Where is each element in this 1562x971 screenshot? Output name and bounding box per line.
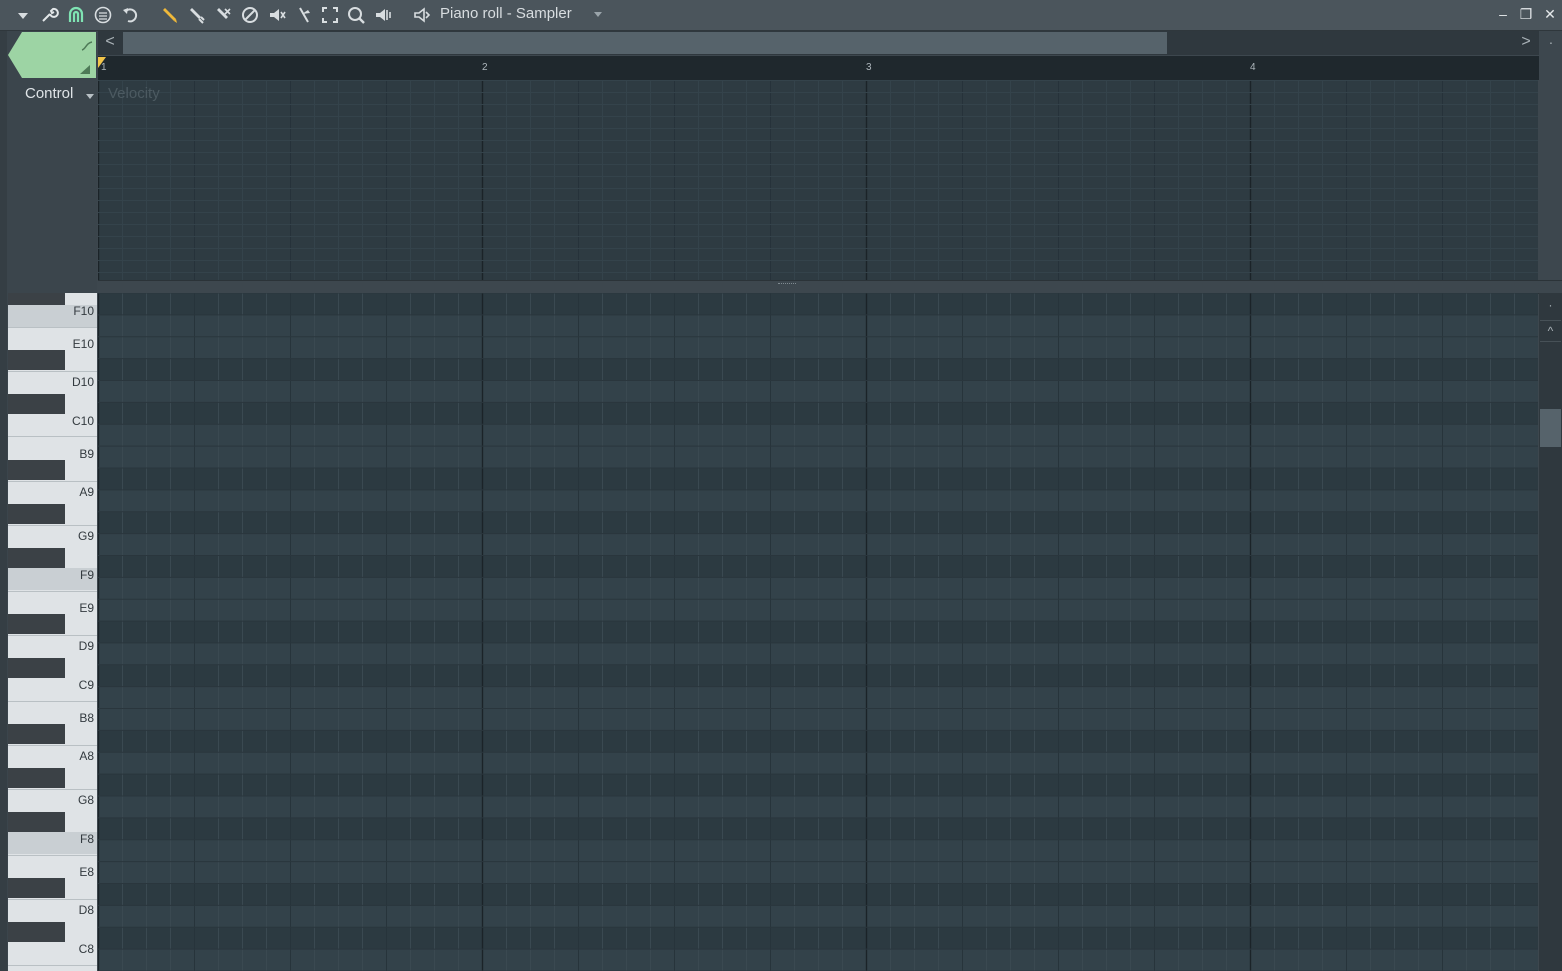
key-label: E9 <box>79 601 94 615</box>
panel-splitter[interactable] <box>98 280 1562 294</box>
vertical-scroll-thumb[interactable] <box>1540 409 1561 447</box>
black-key[interactable] <box>8 293 65 305</box>
right-edge-panel <box>1539 56 1562 280</box>
splitter-grip-icon[interactable] <box>778 283 796 288</box>
key-label: E8 <box>79 865 94 879</box>
erase-icon[interactable] <box>213 5 233 25</box>
control-dropdown-caret-icon[interactable] <box>86 94 94 99</box>
key-label: C8 <box>78 942 94 956</box>
undo-icon[interactable] <box>120 5 140 25</box>
black-key[interactable] <box>8 922 65 942</box>
pencil-icon[interactable] <box>159 5 179 25</box>
piano-keyboard[interactable]: F10 E10 D10 C10 B9 A9 G9 F9 E9 D9 C9 B8 … <box>8 293 97 971</box>
key-label: C9 <box>78 678 94 692</box>
black-key[interactable] <box>8 548 65 568</box>
magnet-icon[interactable] <box>66 5 86 25</box>
bar-number: 2 <box>482 62 488 73</box>
bar-number: 4 <box>1250 62 1256 73</box>
black-key[interactable] <box>8 812 65 832</box>
slice-icon[interactable] <box>294 5 314 25</box>
timeline-ruler[interactable] <box>98 56 1539 80</box>
vertical-scrollbar[interactable] <box>1539 293 1562 971</box>
close-button[interactable]: ✕ <box>1541 5 1559 23</box>
key-label: G9 <box>77 529 94 543</box>
restore-button[interactable]: ❐ <box>1517 5 1535 23</box>
event-type-label: Velocity <box>108 85 160 102</box>
key-label: A8 <box>79 749 94 763</box>
control-dropdown[interactable]: Control <box>25 85 73 102</box>
key-divider <box>8 436 97 437</box>
key-divider <box>8 327 97 328</box>
key-label: F10 <box>73 304 94 318</box>
scroll-right-button[interactable]: > <box>1516 33 1536 53</box>
black-key[interactable] <box>8 614 65 634</box>
paint-brush-icon[interactable] <box>186 5 206 25</box>
black-key[interactable] <box>8 460 65 480</box>
key-label: B8 <box>79 711 94 725</box>
key-label: F8 <box>79 832 94 846</box>
minimize-button[interactable]: – <box>1494 5 1512 23</box>
key-label: G8 <box>77 793 94 807</box>
window-title[interactable]: Piano roll - Sampler <box>440 5 572 22</box>
key-label: F9 <box>79 568 94 582</box>
black-key[interactable] <box>8 658 65 678</box>
key-label: B9 <box>79 447 94 461</box>
bar-number: 3 <box>866 62 872 73</box>
black-key[interactable] <box>8 394 65 414</box>
key-divider <box>8 899 97 900</box>
event-editor-area[interactable] <box>98 80 1538 280</box>
mute-icon[interactable] <box>267 5 287 25</box>
menu-arrow-icon[interactable] <box>13 5 33 25</box>
select-icon[interactable] <box>320 5 340 25</box>
black-key[interactable] <box>8 724 65 744</box>
key-divider <box>8 371 97 372</box>
black-key[interactable] <box>8 350 65 370</box>
scroll-options-button[interactable]: · <box>1544 33 1558 53</box>
title-dropdown-icon[interactable] <box>594 12 602 17</box>
channel-hex-icon[interactable] <box>8 32 96 78</box>
zoom-icon[interactable] <box>346 5 366 25</box>
speaker-icon[interactable] <box>412 5 432 25</box>
key-label: A9 <box>79 485 94 499</box>
title-bar: Piano roll - Sampler – ❐ ✕ <box>0 0 1562 31</box>
key-divider <box>8 525 97 526</box>
black-key[interactable] <box>8 768 65 788</box>
note-grid[interactable] <box>98 293 1538 971</box>
key-divider <box>8 789 97 790</box>
key-label: D10 <box>71 375 94 389</box>
wrench-icon[interactable] <box>39 5 59 25</box>
playback-icon[interactable] <box>373 5 393 25</box>
key-label: E10 <box>72 337 94 351</box>
horizontal-scroll-thumb[interactable] <box>123 32 1167 54</box>
vertical-scroll-options-button[interactable]: · <box>1540 296 1561 314</box>
playhead-marker-icon[interactable] <box>98 57 106 68</box>
key-label: C10 <box>71 414 94 428</box>
left-edge-strip <box>0 31 7 971</box>
key-divider <box>8 701 97 702</box>
key-divider <box>8 965 97 966</box>
key-divider <box>8 745 97 746</box>
black-key[interactable] <box>8 878 65 898</box>
delete-icon[interactable] <box>240 5 260 25</box>
scroll-up-button[interactable]: ^ <box>1540 320 1561 342</box>
key-divider <box>8 481 97 482</box>
stamp-icon[interactable] <box>93 5 113 25</box>
black-key[interactable] <box>8 504 65 524</box>
key-divider <box>8 635 97 636</box>
key-label: D8 <box>78 903 94 917</box>
scroll-left-button[interactable]: < <box>100 33 120 53</box>
key-divider <box>8 855 97 856</box>
key-divider <box>8 591 97 592</box>
key-label: D9 <box>78 639 94 653</box>
